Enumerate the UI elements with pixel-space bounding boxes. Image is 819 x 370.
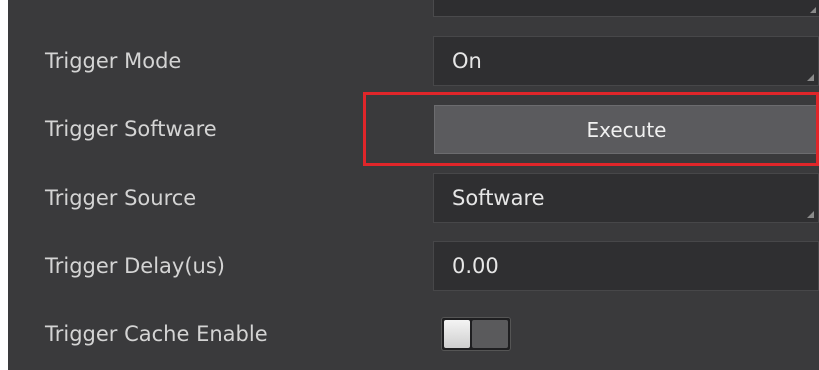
trigger-mode-label: Trigger Mode	[45, 49, 182, 73]
toggle-track	[472, 320, 508, 348]
trigger-mode-row: Trigger Mode On	[8, 32, 819, 90]
trigger-delay-row: Trigger Delay(us) 0.00	[8, 237, 819, 295]
trigger-mode-value: On	[452, 49, 482, 73]
execute-button[interactable]: Execute	[434, 105, 819, 154]
resize-grip-icon	[810, 7, 816, 13]
toggle-knob	[444, 320, 470, 348]
trigger-delay-input[interactable]: 0.00	[433, 241, 819, 291]
trigger-software-label: Trigger Software	[45, 117, 217, 141]
trigger-source-label: Trigger Source	[45, 186, 197, 210]
trigger-source-row: Trigger Source Software	[8, 169, 819, 227]
trigger-delay-value: 0.00	[452, 254, 499, 278]
dropdown-corner-icon	[807, 74, 814, 81]
trigger-properties-panel: Trigger Mode On Trigger Software Execute…	[8, 0, 819, 370]
trigger-mode-dropdown[interactable]: On	[433, 36, 819, 86]
trigger-source-value: Software	[452, 186, 545, 210]
previous-field-edge[interactable]	[433, 0, 819, 17]
trigger-source-dropdown[interactable]: Software	[433, 173, 819, 223]
trigger-cache-enable-row: Trigger Cache Enable	[8, 305, 819, 363]
trigger-cache-enable-toggle[interactable]	[441, 317, 511, 351]
dropdown-corner-icon	[807, 211, 814, 218]
trigger-cache-enable-label: Trigger Cache Enable	[45, 322, 268, 346]
trigger-software-row: Trigger Software Execute	[8, 100, 819, 158]
trigger-delay-label: Trigger Delay(us)	[45, 254, 225, 278]
